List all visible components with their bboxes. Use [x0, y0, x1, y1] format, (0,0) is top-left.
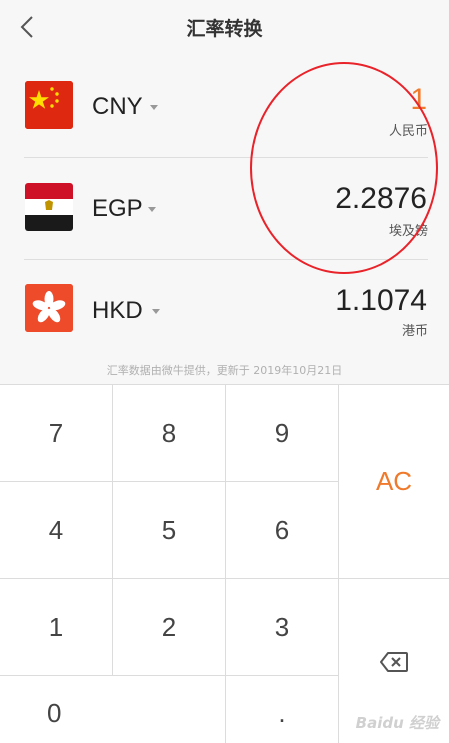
- key-9[interactable]: 9: [226, 385, 339, 482]
- numeric-keypad: 7 8 9 4 5 6 1 2 3 0 . AC: [0, 384, 449, 743]
- currency-row-cny[interactable]: CNY 1 人民币: [0, 56, 449, 158]
- hongkong-flag-icon: [25, 284, 73, 332]
- key-3[interactable]: 3: [226, 579, 339, 676]
- key-decimal[interactable]: .: [226, 676, 339, 743]
- egypt-flag-icon: [25, 183, 73, 231]
- currency-code[interactable]: HKD: [92, 297, 143, 325]
- rate-source-note: 汇率数据由微牛提供，更新于 2019年10月21日: [106, 364, 343, 377]
- currency-row-hkd[interactable]: HKD 1.1074 港币: [0, 260, 449, 362]
- key-6[interactable]: 6: [226, 482, 339, 579]
- app-header: 汇率转换: [0, 0, 449, 56]
- dropdown-caret-icon[interactable]: [148, 207, 156, 212]
- key-5[interactable]: 5: [113, 482, 226, 579]
- key-0[interactable]: 0: [0, 676, 226, 743]
- key-1[interactable]: 1: [0, 579, 113, 676]
- key-4[interactable]: 4: [0, 482, 113, 579]
- dropdown-caret-icon[interactable]: [152, 309, 160, 314]
- clear-button[interactable]: AC: [339, 385, 449, 579]
- key-2[interactable]: 2: [113, 579, 226, 676]
- dropdown-caret-icon[interactable]: [150, 105, 158, 110]
- currency-code[interactable]: CNY: [92, 93, 143, 121]
- page-title: 汇率转换: [186, 18, 263, 40]
- backspace-icon: [380, 651, 408, 672]
- amount-value[interactable]: 1: [410, 83, 427, 117]
- amount-value[interactable]: 2.2876: [335, 182, 427, 216]
- currency-name: 人民币: [388, 124, 428, 139]
- currency-name: 港币: [401, 324, 428, 339]
- amount-value[interactable]: 1.1074: [335, 284, 427, 318]
- currency-name: 埃及镑: [388, 224, 428, 239]
- currency-row-egp[interactable]: EGP 2.2876 埃及镑: [0, 158, 449, 260]
- key-8[interactable]: 8: [113, 385, 226, 482]
- currency-code[interactable]: EGP: [92, 195, 143, 223]
- watermark-logo: Baidu 经验: [355, 714, 439, 732]
- china-flag-icon: [25, 81, 73, 129]
- key-7[interactable]: 7: [0, 385, 113, 482]
